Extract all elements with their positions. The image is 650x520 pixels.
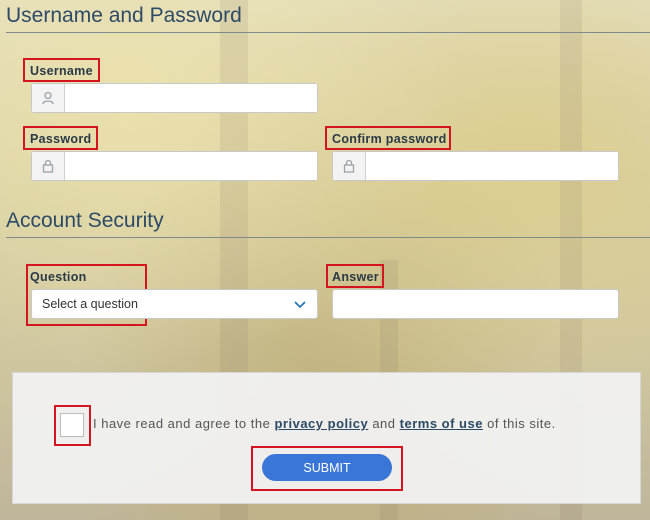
security-question-select[interactable]: Select a question — [31, 289, 318, 319]
highlight-box — [23, 126, 98, 150]
highlight-box — [23, 58, 100, 82]
agreement-text: I have read and agree to the privacy pol… — [93, 416, 556, 431]
username-input[interactable] — [65, 84, 317, 112]
privacy-policy-link[interactable]: privacy policy — [274, 416, 368, 431]
section-title-credentials: Username and Password — [6, 4, 242, 27]
highlight-box — [325, 126, 451, 150]
agreement-prefix: I have read and agree to the — [93, 416, 271, 431]
password-input[interactable] — [65, 152, 317, 180]
highlight-box — [54, 405, 91, 446]
section-divider — [6, 32, 650, 33]
lock-icon — [32, 152, 65, 180]
agreement-suffix: of this site. — [487, 416, 556, 431]
chevron-down-icon — [293, 297, 307, 314]
section-divider — [6, 237, 650, 238]
question-select-value: Select a question — [42, 297, 138, 311]
password-field[interactable] — [31, 151, 318, 181]
highlight-box — [326, 264, 384, 288]
lock-icon — [333, 152, 366, 180]
user-icon — [32, 84, 65, 112]
section-title-security: Account Security — [6, 209, 164, 232]
agreement-and: and — [372, 416, 396, 431]
terms-of-use-link[interactable]: terms of use — [400, 416, 483, 431]
answer-input[interactable] — [332, 289, 619, 319]
highlight-box — [251, 446, 403, 491]
confirm-password-field[interactable] — [332, 151, 619, 181]
confirm-password-input[interactable] — [366, 152, 618, 180]
username-field[interactable] — [31, 83, 318, 113]
